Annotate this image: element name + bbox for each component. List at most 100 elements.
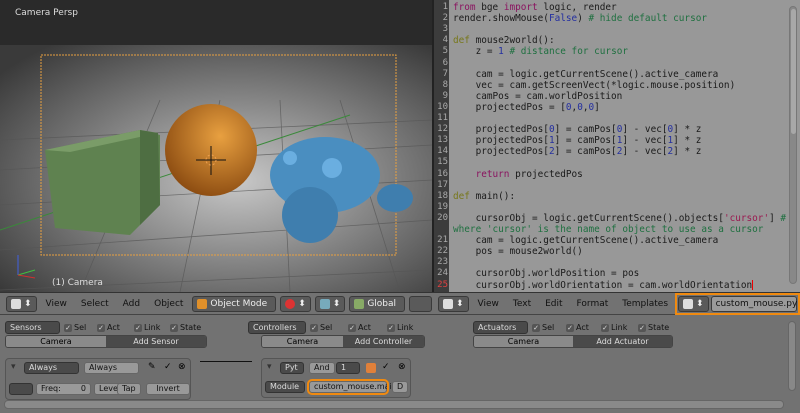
- sensors-dropdown[interactable]: Sensors: [5, 321, 60, 334]
- text-editor[interactable]: 1 2 3 4 5 6 7 8 9 10 11 12 13 14 15 16 17 18 19 20 21 22 23 24 2…: [432, 0, 800, 292]
- sensors-act-check[interactable]: ✓ Act: [97, 323, 120, 332]
- actuators-object-label[interactable]: Camera: [474, 336, 573, 347]
- code-token: ] = camPos[: [554, 135, 617, 147]
- line-number: 17: [437, 179, 448, 190]
- invert-button[interactable]: Invert: [146, 383, 190, 395]
- code-line[interactable]: cursorObj.worldPosition = pos: [453, 268, 640, 279]
- collapse-triangle-icon[interactable]: ▾: [267, 362, 272, 372]
- module-field[interactable]: custom_mouse.main: [307, 379, 397, 395]
- remove-icon[interactable]: ⊗: [398, 362, 406, 372]
- line-number: 24: [437, 268, 448, 279]
- sensors-state-check[interactable]: ✓ State: [170, 323, 201, 332]
- mode-select[interactable]: Object Mode: [192, 295, 277, 312]
- preference-icon[interactable]: [366, 363, 376, 373]
- pivot-select[interactable]: ⬍: [280, 295, 311, 312]
- sensors-object-label[interactable]: Camera: [6, 336, 106, 347]
- pulse-buttons[interactable]: [9, 383, 33, 395]
- code-line[interactable]: projectedPos = [0,0,0]: [453, 102, 600, 113]
- code-token: where 'cursor' is the name of object to …: [453, 224, 764, 235]
- editor-scrollbar[interactable]: [789, 6, 797, 284]
- code-line[interactable]: def main():: [453, 191, 515, 202]
- tap-button[interactable]: Tap: [117, 383, 141, 395]
- menu-format[interactable]: Format: [572, 299, 614, 309]
- line-number: 15: [437, 157, 448, 168]
- menu-templates[interactable]: Templates: [617, 299, 673, 309]
- actuators-link-check[interactable]: ✓ Link: [601, 323, 627, 332]
- add-controller-button[interactable]: Add Controller: [343, 336, 424, 347]
- sensor-type-select[interactable]: Always: [24, 362, 79, 374]
- freq-field[interactable]: Freq: 0: [36, 383, 91, 395]
- manipulator-toggle[interactable]: ⬍: [314, 295, 346, 312]
- logic-vertical-scrollbar[interactable]: [788, 321, 796, 391]
- code-token: ] = camPos[: [554, 124, 617, 136]
- object-mode-icon: [197, 298, 208, 309]
- active-check-icon[interactable]: ✓: [382, 362, 390, 372]
- line-number: 21: [437, 235, 448, 246]
- code-line[interactable]: vec = cam.getScreenVect(*logic.mouse.pos…: [453, 80, 736, 91]
- actuators-act-check[interactable]: ✓ Act: [566, 323, 589, 332]
- menu-object[interactable]: Object: [149, 299, 188, 309]
- menu-view[interactable]: View: [41, 299, 72, 309]
- code-line[interactable]: where 'cursor' is the name of object to …: [453, 224, 763, 235]
- code-line[interactable]: pos = mouse2world(): [453, 246, 583, 257]
- debug-button[interactable]: D: [392, 381, 409, 393]
- menu-text[interactable]: Text: [508, 299, 536, 309]
- code-line[interactable]: camPos = cam.worldPosition: [453, 91, 623, 102]
- menu-select[interactable]: Select: [76, 299, 114, 309]
- active-check-icon[interactable]: ✓: [164, 362, 172, 372]
- add-sensor-button[interactable]: Add Sensor: [106, 336, 206, 347]
- editor-type-button[interactable]: ⬍: [438, 295, 469, 312]
- logic-horizontal-scrollbar[interactable]: [4, 400, 784, 409]
- code-line[interactable]: from bge import logic, render: [453, 2, 617, 13]
- line-number: 12: [437, 124, 448, 135]
- code-line[interactable]: def mouse2world():: [453, 35, 555, 46]
- controller-name-field[interactable]: And: [309, 362, 335, 374]
- code-line[interactable]: projectedPos[2] = camPos[2] - vec[2] * z: [453, 146, 702, 158]
- execution-method-select[interactable]: Module: [265, 381, 305, 393]
- orientation-label: Global: [367, 298, 397, 309]
- sensors-sel-check[interactable]: ✓ Sel: [64, 323, 86, 332]
- code-token: def: [453, 190, 470, 202]
- code-line[interactable]: cursorObj = logic.getCurrentScene().obje…: [453, 213, 786, 224]
- pin-icon[interactable]: ✎: [148, 362, 156, 372]
- remove-icon[interactable]: ⊗: [178, 362, 186, 372]
- code-token: projectedPos[: [453, 146, 549, 158]
- controllers-link-check[interactable]: ✓ Link: [387, 323, 413, 332]
- text-browse-button[interactable]: ⬍: [678, 295, 709, 312]
- controllers-act-check[interactable]: ✓ Act: [348, 323, 371, 332]
- controllers-sel-check[interactable]: ✓ Sel: [310, 323, 332, 332]
- code-line[interactable]: projectedPos[1] = camPos[1] - vec[1] * z: [453, 135, 702, 147]
- line-number: 9: [442, 90, 448, 101]
- code-line[interactable]: return projectedPos: [453, 169, 583, 180]
- code-line[interactable]: render.showMouse(False) # hide default c…: [453, 13, 707, 24]
- controllers-object-label[interactable]: Camera: [262, 336, 343, 347]
- controller-type-select[interactable]: Pyt: [280, 362, 304, 374]
- sensor-name-field[interactable]: Always: [84, 362, 139, 374]
- text-name-field[interactable]: custom_mouse.py: [710, 295, 797, 312]
- code-token: projectedPos = [: [453, 101, 566, 113]
- controller-state-select[interactable]: 1: [336, 362, 360, 374]
- code-token: cursorObj.worldOrientation = cam.worldOr…: [453, 279, 753, 291]
- collapse-triangle-icon[interactable]: ▾: [11, 362, 16, 372]
- layers-grid[interactable]: [408, 295, 432, 312]
- controllers-dropdown[interactable]: Controllers: [248, 321, 306, 334]
- sensors-link-check[interactable]: ✓ Link: [134, 323, 160, 332]
- editor-type-button[interactable]: ⬍: [6, 295, 37, 312]
- code-line[interactable]: cursorObj.worldOrientation = cam.worldOr…: [453, 279, 754, 291]
- code-token: bge: [475, 2, 504, 13]
- menu-view[interactable]: View: [473, 299, 504, 309]
- code-line[interactable]: cam = logic.getCurrentScene().active_cam…: [453, 69, 719, 80]
- actuators-sel-check[interactable]: ✓ Sel: [532, 323, 554, 332]
- actuators-state-check[interactable]: ✓ State: [638, 323, 669, 332]
- actuators-dropdown[interactable]: Actuators: [473, 321, 528, 334]
- line-number: 1: [442, 2, 448, 12]
- menu-edit[interactable]: Edit: [540, 299, 567, 309]
- menu-add[interactable]: Add: [118, 299, 145, 309]
- 3d-viewport[interactable]: Camera Persp (1) Camera: [0, 0, 432, 292]
- add-actuator-button[interactable]: Add Actuator: [573, 336, 672, 347]
- code-line[interactable]: z = 1 # distance for cursor: [453, 46, 628, 57]
- orientation-select[interactable]: Global: [349, 295, 405, 312]
- code-line[interactable]: projectedPos[0] = camPos[0] - vec[0] * z: [453, 124, 702, 136]
- code-line[interactable]: cam = logic.getCurrentScene().active_cam…: [453, 235, 719, 246]
